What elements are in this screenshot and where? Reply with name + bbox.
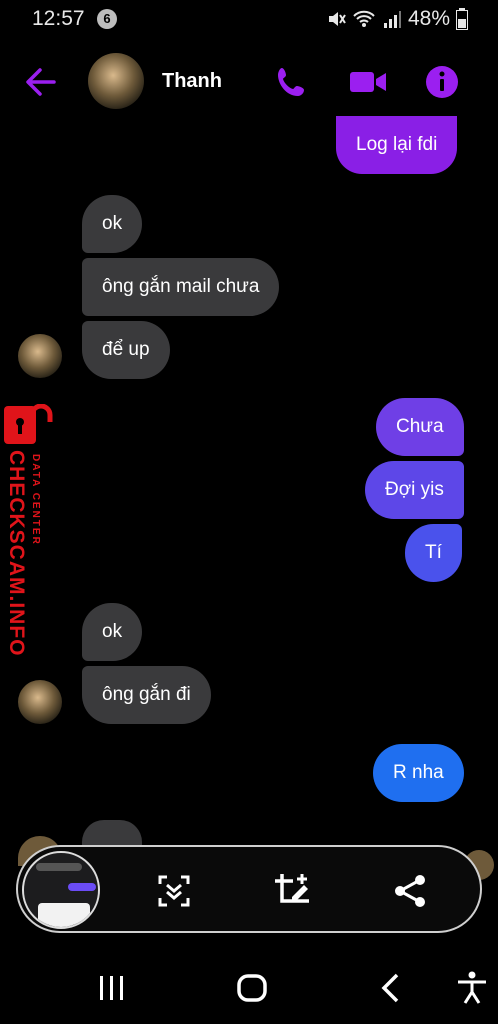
crop-edit-icon[interactable]	[272, 871, 312, 911]
accessibility-icon[interactable]	[452, 968, 492, 1008]
status-bar: 12:57 6 48%	[0, 0, 498, 40]
message-bubble-outgoing[interactable]: Tí	[405, 524, 462, 582]
message-bubble-incoming[interactable]: để up	[82, 321, 170, 379]
info-icon[interactable]	[422, 62, 462, 102]
message-bubble-outgoing[interactable]: Chưa	[376, 398, 464, 456]
message-bubble-incoming[interactable]: ông gắn đi	[82, 666, 211, 724]
message-bubble-incoming[interactable]: ok	[82, 195, 143, 253]
back-arrow-icon[interactable]	[22, 64, 62, 100]
back-icon[interactable]	[372, 968, 412, 1008]
wifi-icon	[353, 10, 375, 27]
message-bubble-incoming[interactable]: ok	[82, 603, 143, 661]
signal-icon	[383, 11, 401, 28]
system-navigation-bar	[0, 950, 498, 1024]
phone-icon[interactable]	[272, 62, 312, 102]
conversation-header: Thanh	[0, 48, 498, 116]
battery-percent: 48%	[407, 7, 450, 30]
screenshot-toolbar	[16, 845, 482, 933]
scroll-capture-icon[interactable]	[154, 871, 194, 911]
message-bubble-outgoing[interactable]: Log lại fdi	[336, 116, 458, 174]
share-icon[interactable]	[390, 871, 430, 911]
mute-icon	[328, 12, 346, 26]
status-icons: 48%	[326, 7, 468, 31]
watermark-subtitle: DATA CENTER	[30, 454, 41, 546]
contact-name[interactable]: Thanh	[162, 70, 222, 93]
contact-avatar[interactable]	[88, 53, 144, 109]
video-camera-icon[interactable]	[348, 62, 388, 102]
screenshot-thumbnail[interactable]	[22, 851, 100, 929]
message-bubble-outgoing[interactable]: R nha	[373, 744, 464, 802]
status-time: 12:57	[32, 7, 85, 30]
sender-avatar[interactable]	[18, 334, 62, 378]
message-bubble-outgoing[interactable]: Đợi yis	[365, 461, 464, 519]
battery-icon	[456, 8, 468, 30]
message-bubble-incoming[interactable]: ông gắn mail chưa	[82, 258, 280, 316]
home-icon[interactable]	[232, 968, 272, 1008]
lock-icon	[4, 404, 53, 444]
watermark-brand: CHECKSCAM.INFO	[5, 450, 28, 657]
notification-count-badge: 6	[97, 9, 117, 29]
recent-apps-icon[interactable]	[92, 968, 132, 1008]
sender-avatar[interactable]	[18, 680, 62, 724]
